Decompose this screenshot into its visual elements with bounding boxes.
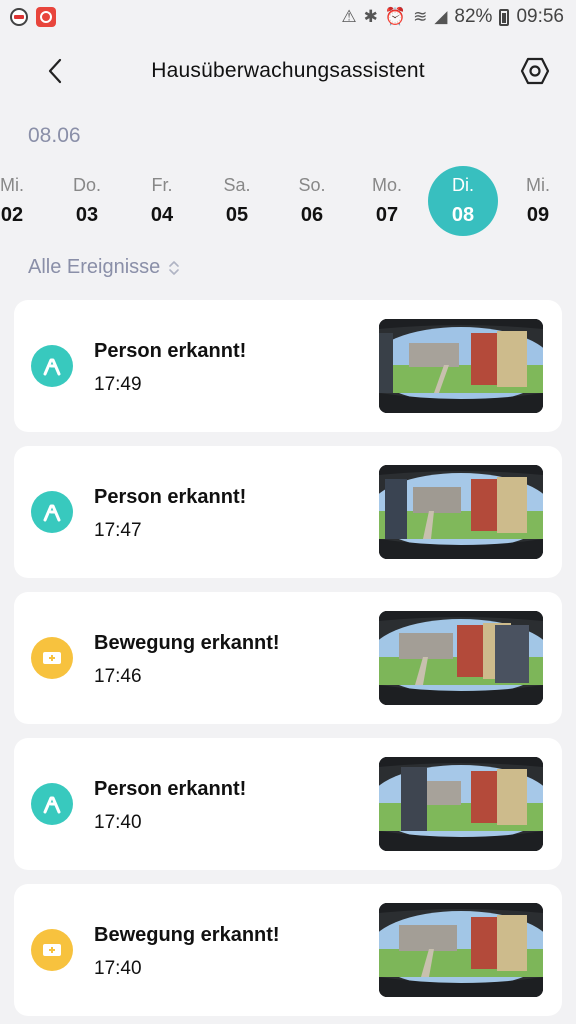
settings-button[interactable]	[518, 54, 552, 88]
event-filter-dropdown[interactable]: Alle Ereignisse	[28, 256, 180, 279]
battery-percent: 82%	[454, 6, 493, 27]
event-thumbnail[interactable]	[379, 465, 543, 559]
motion-icon	[31, 637, 73, 679]
data-saver-icon: ⚠	[341, 7, 357, 26]
motion-icon	[31, 929, 73, 971]
day-number: 02	[0, 204, 24, 226]
event-list: Person erkannt! 17:49 Person erkannt! 17…	[14, 300, 562, 1024]
notification-icons	[10, 7, 56, 27]
event-title: Bewegung erkannt!	[94, 924, 280, 946]
day-number: 06	[300, 204, 324, 226]
day-item[interactable]: Fr. 04	[127, 166, 197, 236]
person-walk-icon	[31, 783, 73, 825]
event-time: 17:40	[94, 812, 142, 833]
status-bar: ⚠ ✱ ⏰ ≋ ◢ 82% 09:56	[0, 0, 576, 34]
day-number: 08	[451, 204, 475, 226]
day-number: 07	[375, 204, 399, 226]
chevron-left-icon	[48, 58, 62, 84]
event-time: 17:49	[94, 374, 142, 395]
selected-date: 08.06	[28, 124, 81, 147]
clock: 09:56	[516, 6, 564, 27]
event-thumbnail[interactable]	[379, 757, 543, 851]
day-name: Fr.	[151, 175, 173, 195]
day-name: Sa.	[223, 175, 251, 195]
event-card[interactable]: Person erkannt! 17:47	[14, 446, 562, 578]
day-name: Mi.	[526, 175, 550, 195]
day-item[interactable]: So. 06	[277, 166, 347, 236]
day-item-selected[interactable]: Di. 08	[428, 166, 498, 236]
bluetooth-icon: ✱	[363, 7, 378, 26]
person-walk-icon	[31, 491, 73, 533]
event-thumbnail[interactable]	[379, 611, 543, 705]
day-name: Do.	[72, 175, 101, 195]
day-item[interactable]: Mo. 07	[352, 166, 422, 236]
sort-chevrons-icon	[169, 260, 180, 275]
day-name: Mi.	[0, 175, 24, 195]
event-card[interactable]: Person erkannt! 17:49	[14, 300, 562, 432]
system-icons: ⚠ ✱ ⏰ ≋ ◢ 82% 09:56	[341, 6, 564, 28]
app-notification-icon	[10, 8, 28, 26]
event-thumbnail[interactable]	[379, 319, 543, 413]
day-number: 09	[526, 204, 550, 226]
event-title: Person erkannt!	[94, 778, 247, 800]
signal-icon: ◢	[434, 7, 448, 26]
day-item[interactable]: Do. 03	[52, 166, 122, 236]
day-name: Mo.	[371, 175, 402, 195]
camera-snapshot-image	[379, 757, 543, 851]
event-filter-label: Alle Ereignisse	[28, 256, 161, 278]
event-card[interactable]: Bewegung erkannt! 17:40	[14, 884, 562, 1016]
camera-snapshot-image	[379, 611, 543, 705]
day-item[interactable]: Mi. 09	[503, 166, 573, 236]
event-card[interactable]: Person erkannt! 17:40	[14, 738, 562, 870]
event-title: Person erkannt!	[94, 340, 247, 362]
day-name: So.	[298, 175, 326, 195]
day-number: 04	[150, 204, 174, 226]
day-number: 05	[225, 204, 249, 226]
page-title: Hausüberwachungsassistent	[151, 59, 425, 82]
day-name: Di.	[452, 175, 474, 195]
event-card[interactable]: Bewegung erkannt! 17:46	[14, 592, 562, 724]
event-thumbnail[interactable]	[379, 903, 543, 997]
app-notification-icon	[36, 7, 56, 27]
settings-hexagon-icon	[520, 57, 550, 85]
camera-snapshot-image	[379, 903, 543, 997]
person-walk-icon	[31, 345, 73, 387]
camera-snapshot-image	[379, 319, 543, 413]
day-item[interactable]: Sa. 05	[202, 166, 272, 236]
event-title: Bewegung erkannt!	[94, 632, 280, 654]
event-time: 17:46	[94, 666, 142, 687]
event-time: 17:40	[94, 958, 142, 979]
day-item[interactable]: Mi. 02	[0, 166, 47, 236]
alarm-icon: ⏰	[384, 7, 407, 26]
back-button[interactable]	[40, 56, 70, 86]
wifi-icon: ≋	[413, 7, 428, 26]
week-strip: Mi. 02 Do. 03 Fr. 04 Sa. 05 So. 06 Mo. 0…	[0, 166, 576, 238]
battery-icon	[499, 8, 510, 26]
event-title: Person erkannt!	[94, 486, 247, 508]
day-number: 03	[75, 204, 99, 226]
camera-snapshot-image	[379, 465, 543, 559]
app-header: Hausüberwachungsassistent	[0, 44, 576, 98]
event-time: 17:47	[94, 520, 142, 541]
